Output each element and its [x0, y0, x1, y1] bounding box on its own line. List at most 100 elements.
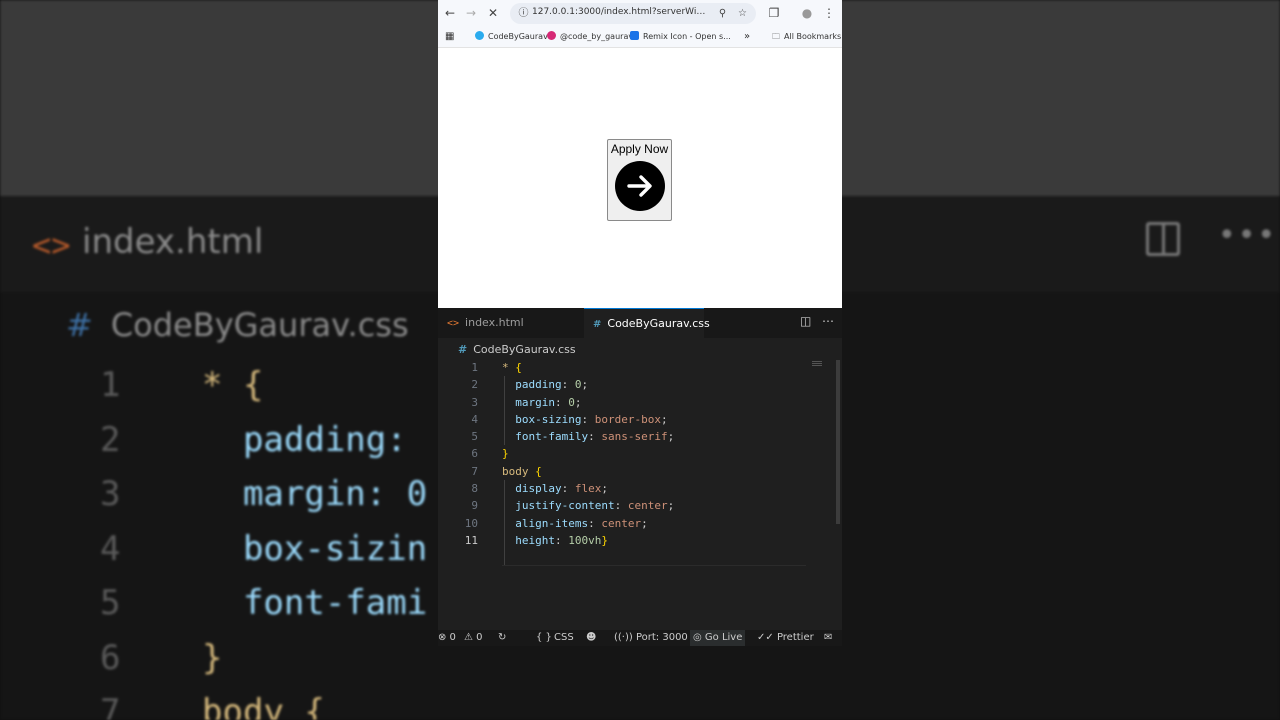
code-text: align-items: center; — [502, 515, 648, 532]
code-token: ; — [574, 395, 582, 409]
code-token: : — [554, 533, 569, 547]
tab-codebygaurav-css[interactable]: # CodeByGaurav.css — [584, 308, 710, 338]
code-token: : — [554, 395, 569, 409]
remix-icon-favicon — [630, 31, 639, 40]
back-arrow-icon[interactable]: ← — [441, 4, 459, 22]
forward-arrow-icon[interactable]: → — [462, 4, 480, 22]
breadcrumb[interactable]: # CodeByGaurav.css — [458, 342, 576, 358]
bookmark-codebygaurav[interactable]: CodeByGaurav — [475, 30, 548, 44]
split-editor-icon[interactable]: ◫ — [800, 314, 811, 328]
code-line[interactable]: 6} — [438, 445, 842, 462]
code-token: } — [502, 447, 509, 461]
background-code-token: * — [202, 365, 243, 405]
apps-grid-icon[interactable]: ▦ — [445, 30, 454, 44]
code-token: justify-content — [502, 499, 615, 513]
css-file-icon: # — [458, 343, 468, 356]
line-number: 7 — [471, 464, 478, 478]
background-code-token: font-fami — [202, 583, 428, 623]
code-line[interactable]: 7 body { — [438, 463, 842, 480]
bookmark-label: Remix Icon - Open s... — [643, 32, 731, 41]
bookmark-instagram[interactable]: @code_by_gaurav — [547, 30, 633, 44]
copilot-icon[interactable]: ☻ — [586, 630, 596, 646]
background-split-editor-icon — [1146, 222, 1180, 256]
code-line[interactable]: 4 box-sizing: border-box; — [438, 411, 842, 428]
background-line-number: 3 — [100, 474, 121, 514]
background-line-number: 2 — [100, 419, 121, 460]
code-token: : — [588, 430, 602, 444]
all-bookmarks-label: All Bookmarks — [784, 32, 842, 41]
status-bar: ⊗ 0 ⚠ 0 ↻ { } CSS ☻ ((·)) Port: 3000 ◎ G… — [438, 630, 842, 646]
language-mode[interactable]: CSS — [554, 630, 574, 646]
code-editor: <> index.html # CodeByGaurav.css ◫ ⋯ # Code… — [438, 308, 842, 646]
code-line[interactable]: 1 * { — [438, 359, 842, 376]
code-line[interactable]: 11 height: 100vh} — [438, 532, 842, 549]
code-line[interactable]: 9 justify-content: center; — [438, 497, 842, 514]
background-code-token: } — [202, 637, 223, 678]
code-line[interactable]: 8 display: flex; — [438, 480, 842, 497]
code-area[interactable]: 1 * {2 padding: 0; 3 margin: 0; 4 box-sizin… — [438, 359, 842, 566]
code-line[interactable]: 3 margin: 0; — [438, 394, 842, 411]
sync-icon[interactable]: ↻ — [498, 630, 506, 646]
bookmarks-bar: ▦ CodeByGaurav @code_by_gaurav Remix Ico… — [438, 27, 842, 48]
background-code-text: padding: — [202, 413, 427, 468]
apply-now-button[interactable]: Apply Now — [607, 139, 672, 221]
url-text: 127.0.0.1:3000/index.html?serverWindowId… — [532, 7, 710, 17]
code-token: box-sizing — [502, 412, 582, 426]
more-bookmarks-icon[interactable]: » — [744, 30, 750, 44]
code-token: : — [614, 499, 628, 513]
code-text: font-family: sans-serif; — [502, 428, 674, 445]
stop-loading-icon[interactable]: ✕ — [484, 4, 502, 22]
background-code-text: * { — [202, 358, 263, 413]
port-status[interactable]: ((·)) Port: 3000 — [614, 630, 688, 646]
code-token: align-items — [502, 516, 589, 530]
bookmark-label: CodeByGaurav — [488, 32, 548, 41]
notifications-bell-icon[interactable]: ✉ — [824, 630, 832, 646]
background-code-text: margin: 0 — [202, 467, 427, 522]
background-breadcrumb: # CodeByGaurav.css — [66, 306, 409, 344]
code-token: flex — [574, 482, 602, 496]
address-bar[interactable]: ⓘ 127.0.0.1:3000/index.html?serverWindow… — [510, 3, 756, 24]
browser-menu-icon[interactable]: ⋮ — [820, 4, 838, 22]
code-token: : — [561, 482, 575, 496]
code-text: box-sizing: border-box; — [502, 411, 667, 428]
browser-toolbar: ← → ✕ ⓘ 127.0.0.1:3000/index.html?server… — [438, 0, 842, 27]
tab-index-html[interactable]: <> index.html — [438, 308, 584, 338]
code-token: center — [601, 516, 642, 530]
profile-icon[interactable]: ● — [798, 4, 816, 22]
background-code-text: body { — [202, 685, 325, 720]
background-tab-title: index.html — [82, 222, 264, 262]
code-line[interactable]: 2 padding: 0; — [438, 376, 842, 393]
bookmark-remix-icon[interactable]: Remix Icon - Open s... — [630, 30, 731, 44]
background-code-token: { — [304, 692, 325, 720]
bookmark-label: @code_by_gaurav — [560, 32, 634, 41]
code-token: ; — [641, 516, 648, 530]
line-number: 11 — [464, 533, 478, 547]
tab-label: index.html — [465, 316, 524, 329]
more-actions-icon[interactable]: ⋯ — [822, 314, 834, 328]
warnings-count[interactable]: ⚠ 0 — [464, 630, 483, 646]
extensions-icon[interactable]: ❐ — [765, 4, 783, 22]
html-file-icon: <> — [447, 318, 460, 329]
bookmark-star-icon[interactable]: ☆ — [735, 6, 750, 21]
background-code-text: box-sizin — [202, 522, 427, 577]
all-bookmarks[interactable]: 🗀 All Bookmarks — [772, 30, 841, 44]
errors-count[interactable]: ⊗ 0 — [438, 630, 456, 646]
line-number: 9 — [471, 499, 478, 513]
zoom-icon[interactable]: ⚲ — [715, 6, 730, 21]
code-line[interactable]: 5 font-family: sans-serif; — [438, 428, 842, 445]
go-live-label: Go Live — [704, 632, 743, 643]
code-text: padding: 0; — [502, 376, 588, 393]
line-number: 4 — [471, 412, 478, 426]
prettier-status[interactable]: ✓✓ Prettier — [757, 630, 814, 646]
line-number: 8 — [471, 482, 478, 496]
code-token: ; — [581, 378, 589, 392]
background-css-icon: # — [66, 306, 93, 344]
code-line[interactable]: 10 align-items: center; — [438, 515, 842, 532]
line-number: 5 — [471, 430, 478, 444]
code-token: border-box — [594, 412, 661, 426]
line-number: 10 — [464, 516, 478, 530]
site-info-icon[interactable]: ⓘ — [516, 6, 531, 21]
line-number: 3 — [471, 395, 478, 409]
go-live-button[interactable]: ◎ Go Live — [690, 630, 746, 646]
background-line-number: 5 — [100, 583, 121, 623]
